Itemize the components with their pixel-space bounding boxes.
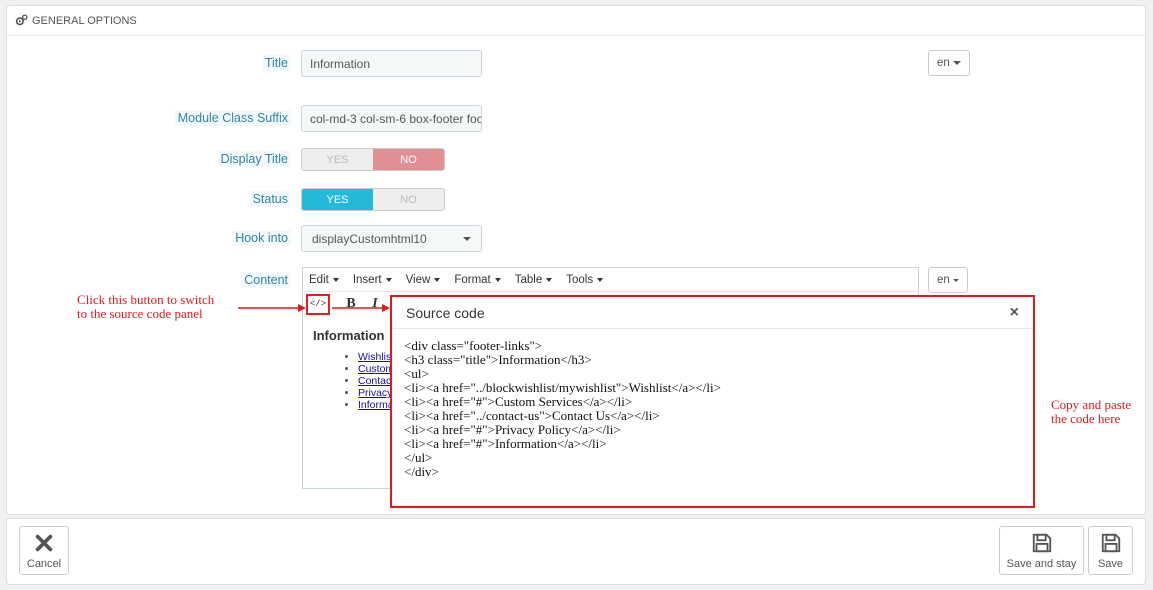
menu-edit[interactable]: Edit: [309, 274, 339, 286]
source-code-textarea[interactable]: <div class="footer-links"> <h3 class="ti…: [396, 333, 1029, 502]
hook-select[interactable]: displayCustomhtml10: [301, 225, 482, 252]
language-label: en: [937, 274, 950, 286]
panel-heading-title: GENERAL OPTIONS: [32, 14, 137, 27]
annotation-left-line1: Click this button to switch: [77, 292, 215, 307]
save-icon: [1101, 533, 1120, 552]
status-yes[interactable]: YES: [302, 189, 373, 210]
annotation-right-line1: Copy and paste: [1051, 397, 1132, 412]
menu-table[interactable]: Table: [515, 274, 553, 286]
annotation-left-line2: to the source code panel: [77, 306, 203, 321]
suffix-input[interactable]: col-md-3 col-sm-6 box-footer foc: [301, 105, 482, 132]
title-label: Title: [11, 55, 291, 71]
caret-down-icon: [494, 277, 501, 282]
close-icon[interactable]: ×: [1010, 304, 1019, 322]
content-language-button[interactable]: en: [928, 267, 968, 293]
suffix-label: Module Class Suffix: [11, 110, 291, 126]
caret-down-icon: [597, 277, 604, 282]
caret-down-icon: [952, 278, 959, 282]
display-title-switch[interactable]: YES NO: [301, 148, 445, 171]
caret-down-icon: [463, 236, 471, 241]
cancel-button[interactable]: Cancel: [19, 526, 69, 575]
status-label: Status: [11, 191, 291, 207]
caret-down-icon: [546, 277, 553, 282]
close-icon: [35, 534, 53, 551]
source-code-dialog: Source code × <div class="footer-links">…: [390, 295, 1035, 508]
menu-view[interactable]: View: [406, 274, 441, 286]
display-title-no[interactable]: NO: [373, 149, 444, 170]
panel-footer: Cancel Save and stay Save: [6, 518, 1146, 585]
menu-tools[interactable]: Tools: [566, 274, 604, 286]
status-switch[interactable]: YES NO: [301, 188, 445, 211]
content-label: Content: [11, 272, 291, 288]
display-title-yes[interactable]: YES: [302, 149, 373, 170]
annotation-left: Click this button to switch to the sourc…: [77, 293, 214, 321]
dialog-title: Source code: [406, 304, 485, 321]
caret-down-icon: [434, 277, 441, 282]
save-label: Save: [1097, 557, 1124, 570]
save-and-stay-label: Save and stay: [1006, 557, 1077, 570]
language-label: en: [937, 57, 950, 69]
content-link[interactable]: Wishlist: [358, 351, 394, 363]
status-no[interactable]: NO: [373, 189, 444, 210]
arrow-icon: [238, 304, 390, 312]
cancel-label: Cancel: [26, 557, 62, 570]
display-title-label: Display Title: [11, 151, 291, 167]
gears-icon: [15, 14, 28, 26]
panel-heading: GENERAL OPTIONS: [7, 6, 1145, 36]
menu-format[interactable]: Format: [454, 274, 501, 286]
title-language-button[interactable]: en: [928, 50, 970, 76]
title-input[interactable]: Information: [301, 50, 482, 77]
hook-select-value: displayCustomhtml10: [312, 231, 427, 246]
save-and-stay-button[interactable]: Save and stay: [999, 526, 1084, 575]
save-button[interactable]: Save: [1088, 526, 1133, 575]
caret-down-icon: [952, 61, 961, 65]
annotation-right: Copy and paste the code here: [1051, 398, 1131, 426]
caret-down-icon: [385, 277, 392, 282]
save-icon: [1032, 533, 1051, 552]
dialog-header: Source code ×: [392, 297, 1033, 329]
menu-insert[interactable]: Insert: [353, 274, 392, 286]
annotation-right-line2: the code here: [1051, 411, 1121, 426]
editor-menubar: Edit Insert View Format Table Tools: [303, 268, 918, 292]
caret-down-icon: [332, 277, 339, 282]
hook-label: Hook into: [11, 230, 291, 246]
